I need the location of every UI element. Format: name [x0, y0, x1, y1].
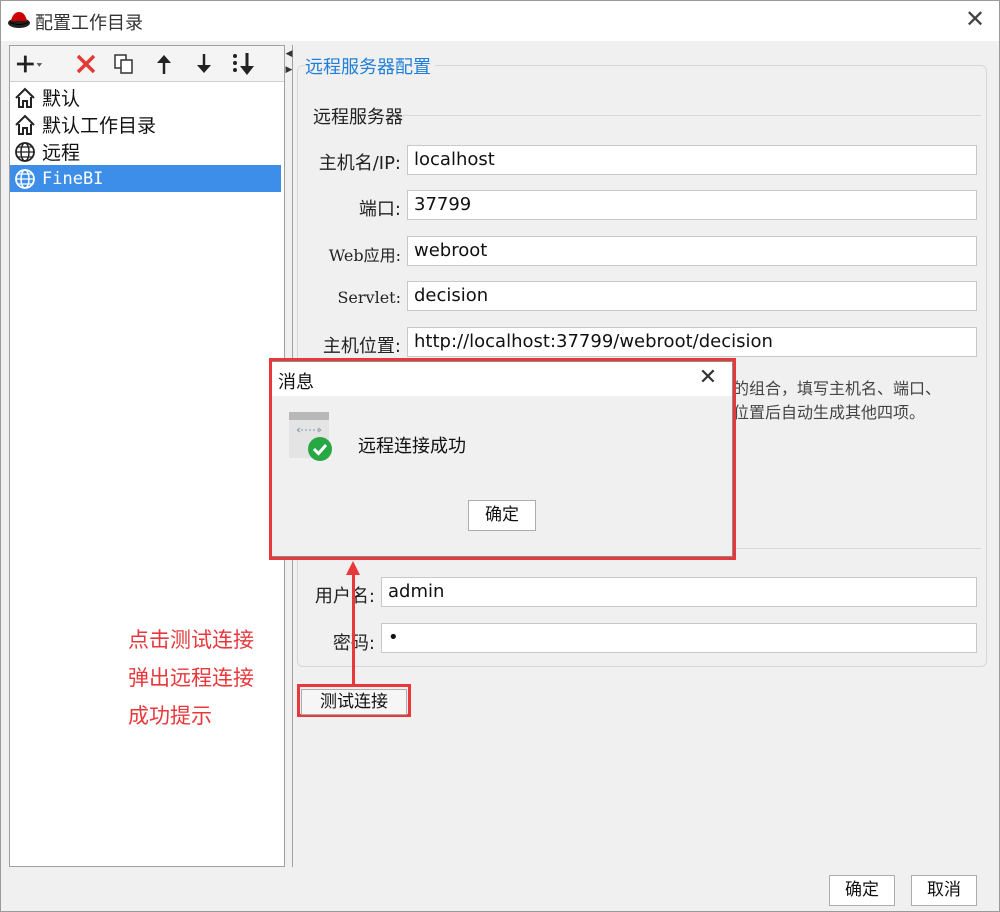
username-label: 用户名: — [314, 586, 375, 607]
webapp-input[interactable]: webroot — [407, 236, 977, 266]
location-input[interactable]: http://localhost:37799/webroot/decision — [407, 327, 977, 357]
hint-line-2: 位置后自动生成其他四项。 — [733, 403, 926, 422]
add-icon[interactable] — [16, 50, 44, 78]
workdir-tree: 默认 默认工作目录 远程 FineBI — [10, 84, 284, 192]
port-input[interactable]: 37799 — [407, 190, 977, 220]
home-icon — [14, 114, 36, 136]
home-icon — [14, 87, 36, 109]
annotation-arrow-line — [352, 573, 355, 684]
location-label: 主机位置: — [322, 336, 401, 357]
annotation-arrow-head — [346, 561, 360, 575]
window-title: 配置工作目录 — [35, 13, 143, 34]
globe-icon — [14, 168, 36, 190]
tree-item-label: 默认工作目录 — [42, 115, 157, 137]
port-label: 端口: — [358, 199, 401, 220]
webapp-label: Web应用: — [328, 246, 401, 265]
cancel-button[interactable]: 取消 — [911, 875, 977, 906]
annotation-line-1: 点击测试连接 — [128, 628, 254, 652]
expand-right-icon[interactable]: ▶ — [285, 65, 293, 75]
tree-item-remote[interactable]: 远程 — [10, 138, 284, 165]
tree-item-label: 远程 — [42, 142, 81, 164]
password-label: 密码: — [301, 629, 375, 655]
list-toolbar — [10, 46, 284, 82]
ok-button[interactable]: 确定 — [829, 875, 895, 906]
close-icon[interactable]: ✕ — [963, 7, 987, 31]
tree-item-finebi[interactable]: FineBI — [10, 165, 281, 192]
redhat-logo-icon — [7, 8, 31, 32]
sort-icon[interactable] — [230, 50, 258, 78]
annotation-line-2: 弹出远程连接 — [128, 666, 254, 690]
host-label: 主机名/IP: — [318, 153, 401, 174]
move-up-icon[interactable] — [150, 50, 178, 78]
copy-icon[interactable] — [110, 50, 138, 78]
globe-icon — [14, 141, 36, 163]
test-connection-button[interactable]: 测试连接 — [301, 689, 407, 715]
workdir-list-panel: 默认 默认工作目录 远程 FineBI — [9, 45, 285, 867]
titlebar: 配置工作目录 ✕ — [1, 1, 999, 41]
tree-item-default[interactable]: 默认 — [10, 84, 284, 111]
annotation-text: 点击测试连接 弹出远程连接 成功提示 — [128, 621, 254, 735]
hint-line-1: 的组合，填写主机名、端口、 — [733, 379, 942, 398]
dialog-highlight — [269, 358, 736, 560]
tree-item-label: 默认 — [42, 88, 81, 110]
username-input[interactable]: admin — [381, 577, 977, 607]
tree-item-label: FineBI — [42, 168, 104, 189]
password-input[interactable]: • — [381, 623, 977, 653]
config-workdir-window: 配置工作目录 ✕ 默认 默认工作目录 远程 FineBI ◀ ▶ 远程服务器配置… — [0, 0, 1000, 912]
servlet-input[interactable]: decision — [407, 281, 977, 311]
section-title: 远程服务器配置 — [305, 53, 435, 79]
subsection-title: 远程服务器 — [313, 107, 403, 128]
subsection-divider — [403, 115, 981, 116]
delete-icon[interactable] — [72, 50, 100, 78]
servlet-label: Servlet: — [337, 288, 401, 307]
annotation-line-3: 成功提示 — [128, 704, 212, 728]
host-input[interactable]: localhost — [407, 145, 977, 175]
tree-item-default-workdir[interactable]: 默认工作目录 — [10, 111, 284, 138]
collapse-left-icon[interactable]: ◀ — [285, 49, 293, 59]
move-down-icon[interactable] — [190, 50, 218, 78]
